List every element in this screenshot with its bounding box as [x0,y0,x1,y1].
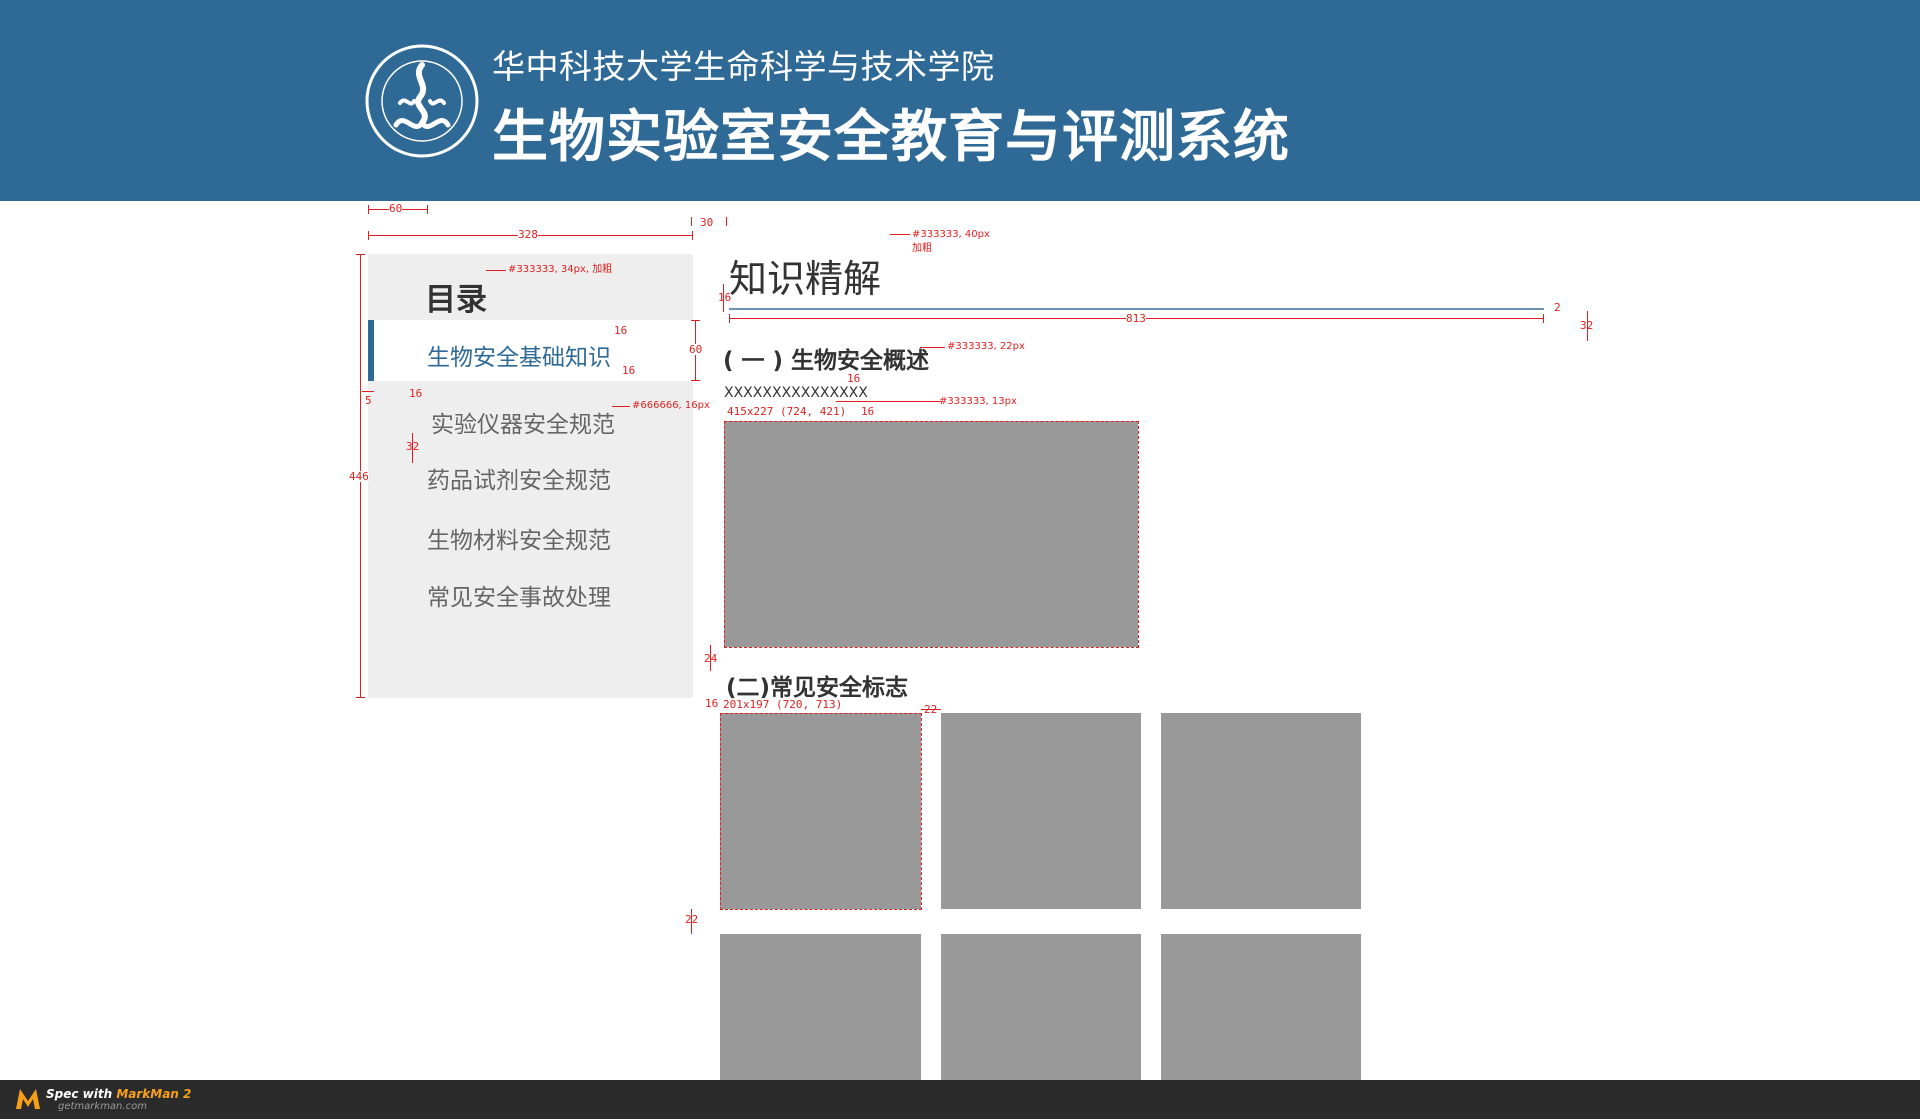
style-note: #333333, 34px, 加粗 [508,264,613,275]
system-title: 生物实验室安全教育与评测系统 [492,105,1290,170]
dimension-label: 5 [365,394,372,407]
section-heading-overview: ( 一 ) 生物安全概述 [723,348,930,374]
leader-line [890,234,910,235]
dimension-label: 16 [614,324,628,337]
dimension-label: 16 [622,364,636,377]
dimension-line [710,645,711,671]
toc-active-indicator [368,320,374,381]
sign-image-placeholder[interactable] [941,934,1141,1080]
dimension-tick [356,254,365,255]
dimension-tick [1543,314,1544,323]
dimension-line [412,433,413,463]
title-divider [729,308,1544,310]
sidebar-item-accident-handling[interactable]: 常见安全事故处理 [427,578,611,612]
dimension-label: 16 [705,697,719,710]
markman-logo-icon [16,1089,40,1109]
section-text-overview: XXXXXXXXXXXXXXX [724,385,868,401]
dimension-label: 60 [389,202,403,215]
leader-line [486,270,506,271]
style-note: #333333, 40px [912,229,990,240]
sign-image-placeholder[interactable] [720,934,921,1080]
sign-image-placeholder[interactable] [941,713,1141,909]
dimension-tick [691,380,700,381]
dimension-tick [692,231,693,240]
sidebar-item-reagent-safety[interactable]: 药品试剂安全规范 [427,461,611,495]
dimension-line [921,709,941,710]
dimension-tick [729,314,730,323]
dimension-tick [726,217,727,226]
sidebar-item-instrument-safety[interactable]: 实验仪器安全规范 [431,405,615,439]
dimension-tick [691,217,692,226]
image-size-label: 415x227 (724, 421) [727,405,847,418]
sign-image-placeholder[interactable] [1161,934,1361,1080]
dimension-line [362,391,374,392]
toc-title: 目录 [425,282,487,318]
footer-url[interactable]: getmarkman.com [58,1101,147,1112]
measure-box [724,421,1139,648]
dimension-tick [368,205,369,214]
leader-line [920,347,945,348]
dimension-label: 2 [1554,301,1561,314]
style-note: 加粗 [912,243,932,254]
dimension-tick [356,697,365,698]
style-note: #333333, 22px [947,341,1025,352]
dimension-label: 328 [518,228,538,241]
footer-app-name: MarkMan 2 [116,1087,192,1101]
dimension-label: 446 [349,470,369,483]
footer-brand: Spec with MarkMan 2 [46,1087,191,1101]
footer-bar [0,1080,1920,1119]
dimension-label: 30 [700,216,714,229]
sidebar-item-biomaterial-safety[interactable]: 生物材料安全规范 [427,521,611,555]
style-note: #333333, 13px [939,396,1017,407]
dimension-tick [368,231,369,240]
dimension-tick [427,205,428,214]
college-seal-icon [365,44,479,158]
dimension-label: 16 [718,291,732,304]
dimension-label: 813 [1126,312,1146,325]
page-title: 知识精解 [729,257,882,301]
image-size-label: 201x197 (720, 713) [723,698,843,711]
dimension-line [1587,311,1588,341]
dimension-line [836,401,941,402]
sign-image-placeholder[interactable] [1161,713,1361,909]
dimension-line [723,284,724,312]
dimension-label: 60 [689,343,703,356]
school-name: 华中科技大学生命科学与技术学院 [492,47,995,86]
measure-box [720,713,922,910]
section-heading-signs: (二)常见安全标志 [726,675,909,701]
dimension-tick [691,320,700,321]
footer-spec-with: Spec with [46,1087,117,1101]
style-note: #666666, 16px [632,400,710,411]
dimension-label: 16 [861,405,875,418]
sidebar-item-biosafety-basics[interactable]: 生物安全基础知识 [427,338,611,372]
dimension-label: 16 [409,387,423,400]
dimension-label: 16 [847,372,861,385]
leader-line [612,406,630,407]
dimension-line [691,909,692,934]
